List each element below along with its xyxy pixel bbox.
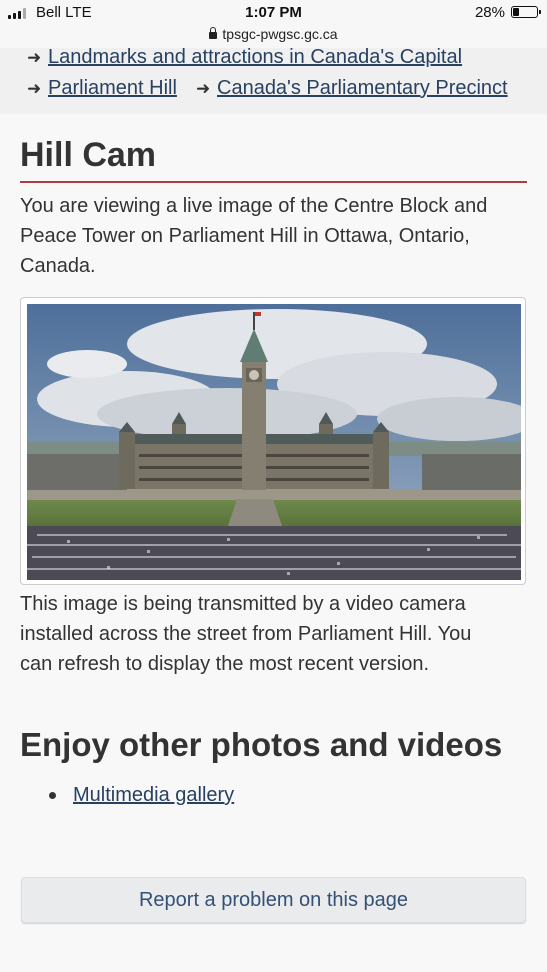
arrow-right-icon: ➜	[196, 79, 211, 98]
arrow-right-icon: ➜	[27, 79, 42, 98]
hill-cam-image-frame	[20, 297, 526, 585]
status-bar: Bell LTE 1:07 PM 28%	[0, 0, 547, 26]
intro-text: You are viewing a live image of the Cent…	[20, 195, 488, 277]
url-text: tpsgc-pwgsc.gc.ca	[222, 26, 338, 42]
battery-percent: 28%	[474, 4, 505, 21]
bullet-icon	[49, 792, 56, 799]
lock-icon	[209, 27, 218, 39]
breadcrumb-link-landmarks[interactable]: Landmarks and attractions in Canada's Ca…	[48, 48, 462, 69]
carrier-label: Bell LTE	[36, 4, 92, 21]
arrow-right-icon: ➜	[27, 48, 42, 67]
battery-icon	[511, 6, 541, 18]
signal-strength-icon	[8, 8, 26, 19]
report-problem-button[interactable]: Report a problem on this page	[21, 877, 526, 923]
address-bar[interactable]: tpsgc-pwgsc.gc.ca	[0, 26, 547, 48]
multimedia-gallery-link[interactable]: Multimedia gallery	[73, 784, 234, 807]
title-divider	[20, 181, 527, 183]
page-title: Hill Cam	[20, 136, 157, 174]
image-caption: This image is being transmitted by a vid…	[20, 593, 472, 675]
hill-cam-image	[27, 304, 521, 580]
section-title: Enjoy other photos and videos	[20, 726, 503, 763]
breadcrumb-link-parliament-hill[interactable]: Parliament Hill	[48, 77, 177, 100]
clock: 1:07 PM	[245, 4, 302, 21]
breadcrumb-link-parliamentary-precinct[interactable]: Canada's Parliamentary Precinct	[217, 77, 508, 100]
breadcrumb: ➜ Landmarks and attractions in Canada's …	[0, 48, 547, 114]
